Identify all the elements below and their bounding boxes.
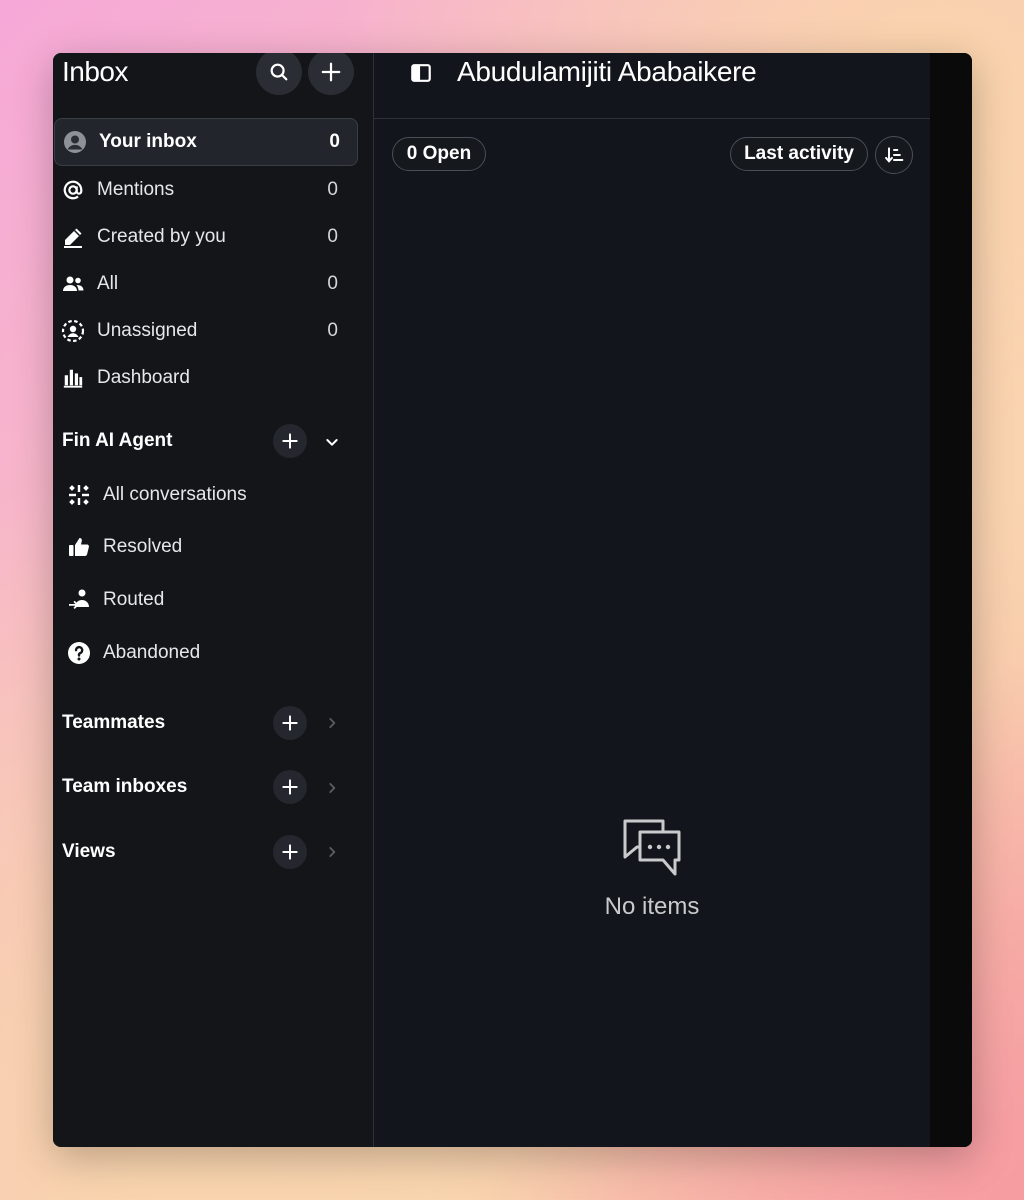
at-sign-icon (61, 178, 85, 202)
nav-count: 0 (329, 131, 340, 152)
plus-icon (282, 844, 298, 860)
nav-item-created-by-you[interactable]: Created by you 0 (53, 213, 355, 260)
route-person-icon (67, 588, 91, 612)
section-title-views[interactable]: Views (62, 841, 116, 863)
fin-item-routed[interactable]: Routed (53, 575, 355, 625)
nav-count: 0 (327, 319, 338, 341)
nav-label: Your inbox (99, 131, 197, 152)
empty-state-label: No items (604, 893, 700, 920)
empty-state: No items (374, 818, 930, 921)
nav-label: Unassigned (97, 319, 198, 341)
add-teammate-button[interactable] (273, 706, 307, 740)
nav-count: 0 (327, 178, 338, 200)
chevron-right-icon[interactable] (323, 714, 341, 732)
chevron-right-icon[interactable] (323, 779, 341, 797)
nav-count: 0 (327, 272, 338, 294)
search-button[interactable] (256, 53, 302, 95)
plus-icon (282, 779, 298, 795)
nav-label: Mentions (97, 178, 175, 200)
sidebar-header: Inbox (53, 53, 373, 95)
section-title-team-inboxes[interactable]: Team inboxes (62, 776, 187, 798)
nav-item-unassigned[interactable]: Unassigned 0 (53, 307, 355, 354)
section-title-fin-ai-agent[interactable]: Fin AI Agent (62, 430, 172, 452)
chevron-right-icon[interactable] (323, 843, 341, 861)
nav-label: Dashboard (97, 366, 190, 388)
bar-chart-icon (61, 366, 85, 390)
new-conversation-button[interactable] (308, 53, 354, 95)
chevron-down-icon[interactable] (323, 433, 341, 451)
sort-direction-button[interactable] (875, 136, 913, 174)
chat-bubbles-icon (623, 819, 681, 876)
sort-button[interactable]: Last activity (730, 137, 868, 171)
users-icon (61, 272, 85, 296)
plus-icon (321, 62, 341, 82)
nav-item-all[interactable]: All 0 (53, 260, 355, 307)
thumbs-up-icon (67, 535, 91, 559)
nav-label: Created by you (97, 225, 226, 247)
sort-descending-icon (885, 147, 904, 163)
plus-icon (282, 433, 298, 449)
add-view-button[interactable] (273, 835, 307, 869)
sparkle-icon (67, 483, 91, 507)
add-fin-button[interactable] (273, 424, 307, 458)
nav-count: 0 (327, 225, 338, 247)
fin-item-label: Routed (103, 589, 165, 610)
fin-item-resolved[interactable]: Resolved (53, 522, 355, 572)
pen-icon (61, 225, 85, 249)
fin-item-abandoned[interactable]: Abandoned (53, 628, 355, 678)
sidebar: Inbox Your inbox 0 Mentions 0 Created by… (53, 53, 374, 1147)
search-icon (270, 63, 288, 81)
user-circle-icon (63, 130, 87, 154)
unassigned-icon (61, 319, 85, 343)
plus-icon (282, 715, 298, 731)
main-header: Abudulamijiti Ababaikere (374, 53, 930, 119)
fin-item-label: Resolved (103, 536, 183, 557)
nav-item-dashboard[interactable]: Dashboard (53, 354, 355, 401)
fin-item-label: Abandoned (103, 642, 201, 663)
fin-item-label: All conversations (103, 484, 247, 505)
toggle-sidebar-icon[interactable] (409, 61, 433, 85)
sidebar-title: Inbox (62, 56, 129, 87)
right-edge-panel (930, 53, 972, 1147)
page-title: Abudulamijiti Ababaikere (457, 56, 757, 87)
add-team-inbox-button[interactable] (273, 770, 307, 804)
nav-item-mentions[interactable]: Mentions 0 (53, 166, 355, 213)
question-circle-icon (67, 641, 91, 665)
app-window: Inbox Your inbox 0 Mentions 0 Created by… (53, 53, 972, 1147)
section-title-teammates[interactable]: Teammates (62, 712, 165, 734)
nav-item-your-inbox[interactable]: Your inbox 0 (54, 118, 358, 166)
open-filter-button[interactable]: 0 Open (392, 137, 486, 171)
nav-label: All (97, 272, 119, 294)
main-panel: Abudulamijiti Ababaikere 0 Open Last act… (374, 53, 930, 1147)
fin-item-all-conversations[interactable]: All conversations (53, 470, 355, 520)
